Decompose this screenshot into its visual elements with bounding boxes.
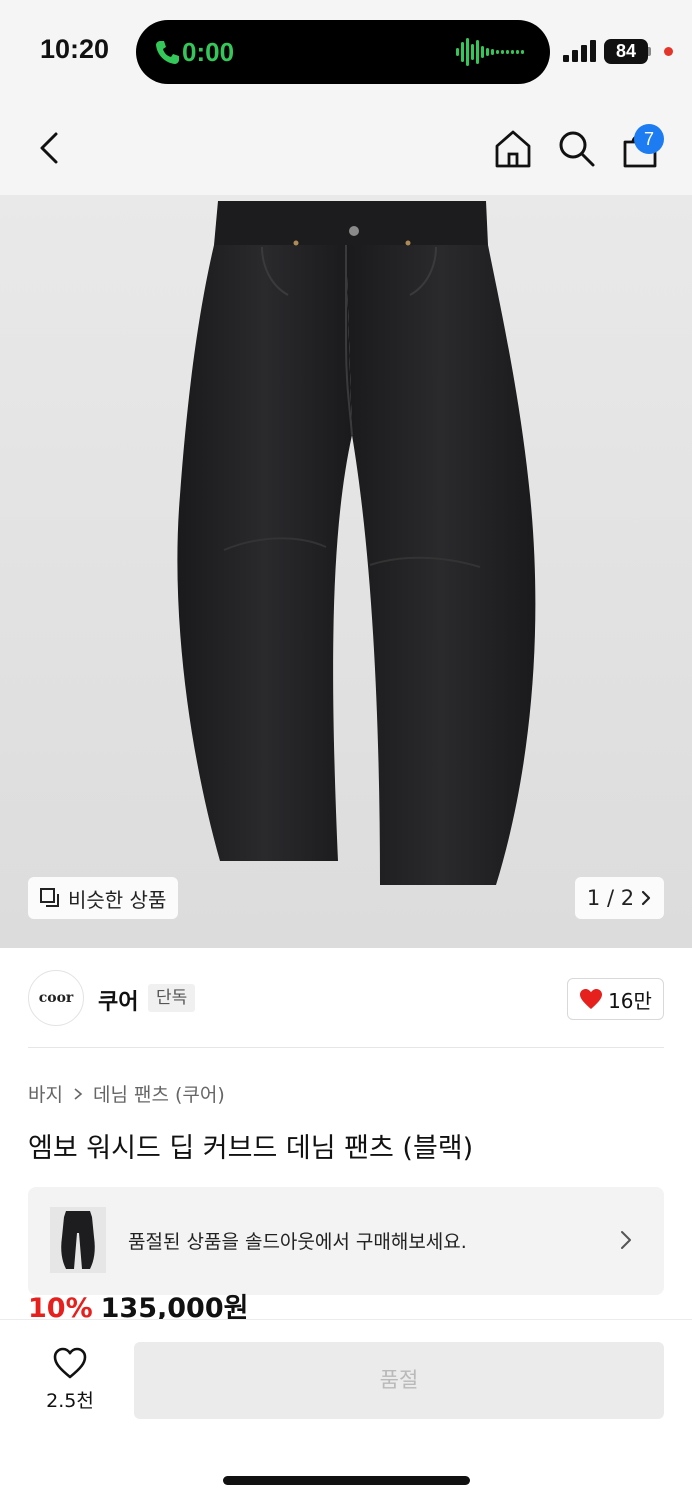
soldout-banner-text: 품절된 상품을 솔드아웃에서 구매해보세요. [128,1231,467,1253]
image-pager-button[interactable]: 1 / 2 [575,877,664,919]
soldout-purchase-button[interactable]: 품절 [134,1342,664,1419]
wishlist-button[interactable]: 2.5천 [30,1346,110,1416]
brand-like-button[interactable]: 16만 [567,978,664,1020]
status-bar: 10:20 0:00 84 [0,0,692,100]
audio-waveform-icon [456,38,524,66]
call-timer: 0:00 [182,37,235,67]
product-title: 엠보 워시드 딥 커브드 데님 팬츠 (블랙) [28,1133,474,1164]
home-icon[interactable] [492,128,534,170]
similar-products-label: 비슷한 상품 [68,887,167,912]
battery-indicator: 84 [604,39,648,64]
status-time: 10:20 [40,34,110,64]
breadcrumb-separator-icon [74,1087,83,1100]
soldout-marketplace-banner[interactable]: 품절된 상품을 솔드아웃에서 구매해보세요. [28,1187,664,1295]
chevron-right-icon [641,890,651,906]
product-photo-jeans [177,201,536,885]
copy-icon [40,888,59,907]
heart-outline-icon [53,1347,87,1379]
banner-product-thumbnail [50,1207,106,1273]
search-icon[interactable] [556,128,596,168]
brand-name[interactable]: 쿠어 [98,984,138,1016]
phone-call-icon [156,41,179,64]
bottom-action-bar: 2.5천 품절 [0,1319,692,1500]
divider [28,1047,664,1048]
dynamic-island-call[interactable]: 0:00 [136,20,550,84]
chevron-right-icon [621,1231,631,1249]
brand-row: coor 쿠어 단독 16만 [28,968,664,1028]
brand-like-count: 16만 [608,988,652,1013]
battery-cap [648,47,651,56]
discount-rate: 10% [28,1293,93,1322]
chevron-left-icon[interactable] [30,128,70,168]
image-pager-text: 1 / 2 [586,886,635,910]
breadcrumb: 바지 데님 팬츠 (쿠어) [28,1080,225,1107]
brand-logo[interactable]: coor [28,970,84,1026]
top-nav-bar [0,100,692,195]
exclusive-badge: 단독 [148,984,196,1012]
price-row: 10% 135,000원 [28,1292,248,1322]
breadcrumb-subcategory[interactable]: 데님 팬츠 (쿠어) [93,1080,225,1107]
recording-indicator-dot [664,47,673,56]
similar-products-button[interactable]: 비슷한 상품 [28,877,179,919]
heart-filled-icon [580,989,603,1009]
cart-count-badge: 7 [634,124,664,154]
home-indicator[interactable] [223,1476,470,1485]
product-image-gallery[interactable]: 비슷한 상품 1 / 2 [0,195,692,948]
breadcrumb-category[interactable]: 바지 [28,1080,63,1107]
sale-price: 135,000원 [100,1293,249,1322]
wishlist-count: 2.5천 [46,1390,94,1412]
cellular-signal-icon [563,40,596,62]
